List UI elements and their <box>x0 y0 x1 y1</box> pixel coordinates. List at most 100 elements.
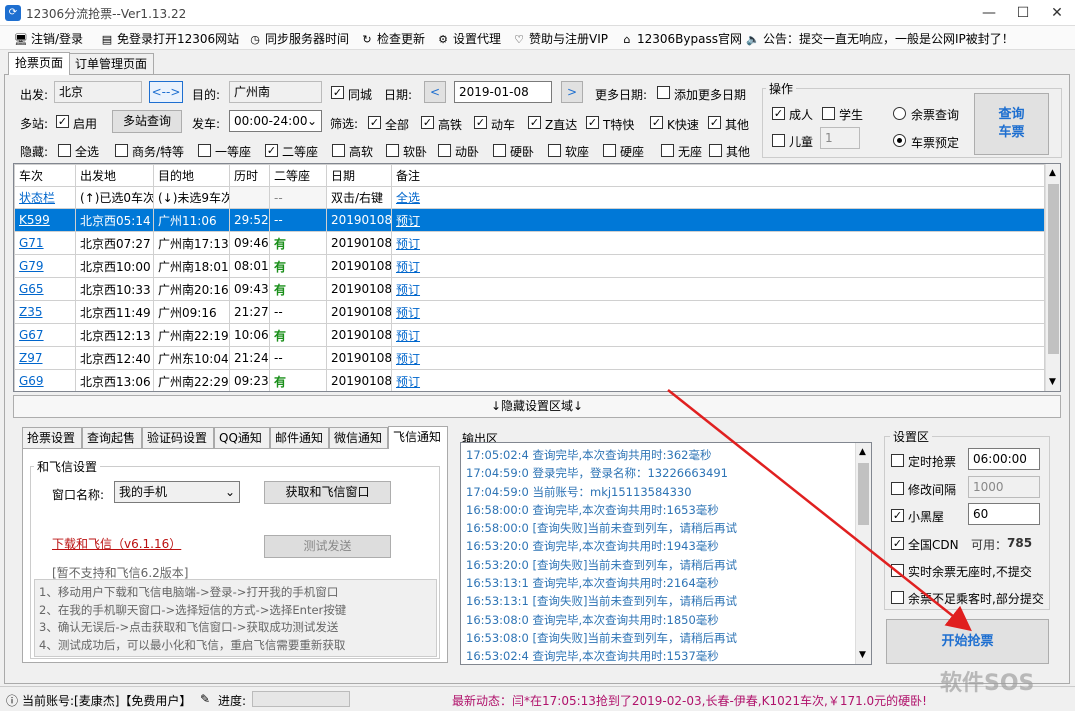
table-cell[interactable]: 预订 <box>391 369 1045 391</box>
scroll-up-icon[interactable]: ▲ <box>859 447 866 457</box>
multi-enable-checkbox[interactable]: ✓ <box>56 115 69 128</box>
settings-tab[interactable]: 邮件通知 <box>270 427 329 449</box>
log-scrollbar[interactable]: ▲ ▼ <box>855 443 871 664</box>
table-cell[interactable]: 预订 <box>391 323 1045 347</box>
download-fetion-link[interactable]: 下载和飞信（v6.1.16） <box>52 535 181 552</box>
hide-checkbox[interactable] <box>661 144 674 157</box>
settings-tab[interactable]: 微信通知 <box>329 427 388 449</box>
table-cell[interactable]: 预订 <box>391 231 1045 255</box>
partial-checkbox[interactable] <box>891 591 904 604</box>
student-checkbox[interactable] <box>822 107 835 120</box>
menu-open-12306[interactable]: ▤ 免登录打开12306网站 <box>100 30 239 47</box>
same-city-checkbox[interactable]: ✓ <box>331 86 344 99</box>
swap-button[interactable]: <--> <box>149 81 183 103</box>
settings-tab[interactable]: 抢票设置 <box>22 427 82 449</box>
table-row[interactable]: G65 北京西10:33 广州南20:16 09:43 有 20190108 预订 <box>14 277 1045 301</box>
filter-gaotie-checkbox[interactable]: ✓ <box>421 116 434 129</box>
start-grab-button[interactable]: 开始抢票 <box>886 619 1049 664</box>
settings-tab[interactable]: 验证码设置 <box>142 427 214 449</box>
settings-tab[interactable]: 查询起售 <box>82 427 142 449</box>
to-input[interactable]: 广州南 <box>229 81 322 103</box>
timed-checkbox[interactable] <box>891 454 904 467</box>
table-cell[interactable]: K599 <box>14 208 76 232</box>
hide-settings-bar[interactable]: ↓隐藏设置区域↓ <box>13 395 1061 418</box>
blackroom-checkbox[interactable]: ✓ <box>891 509 904 522</box>
filter-k-checkbox[interactable]: ✓ <box>650 116 663 129</box>
filter-all-checkbox[interactable]: ✓ <box>368 116 381 129</box>
table-row[interactable]: G67 北京西12:13 广州南22:19 10:06 有 20190108 预订 <box>14 323 1045 347</box>
filter-t-checkbox[interactable]: ✓ <box>586 116 599 129</box>
menu-check-update[interactable]: ↻ 检查更新 <box>360 30 425 47</box>
table-cell[interactable]: Z35 <box>14 300 76 324</box>
table-cell[interactable]: 预订 <box>391 346 1045 370</box>
multi-query-button[interactable]: 多站查询 <box>112 110 182 133</box>
scroll-down-icon[interactable]: ▼ <box>859 650 866 660</box>
table-cell[interactable]: G67 <box>14 323 76 347</box>
table-row[interactable]: Z35 北京西11:49 广州09:16 21:27 -- 20190108 预订 <box>14 300 1045 324</box>
interval-input[interactable]: 1000 <box>968 476 1040 498</box>
tab-ticket[interactable]: 抢票页面 <box>8 52 71 75</box>
minimize-button[interactable]: — <box>972 0 1006 26</box>
hide-checkbox[interactable] <box>493 144 506 157</box>
table-row[interactable]: Z97 北京西12:40 广州东10:04 21:24 -- 20190108 预订 <box>14 346 1045 370</box>
menu-proxy[interactable]: ⚙ 设置代理 <box>436 30 501 47</box>
filter-z-checkbox[interactable]: ✓ <box>528 116 541 129</box>
table-cell[interactable]: 预订 <box>391 300 1045 324</box>
hide-checkbox[interactable] <box>603 144 616 157</box>
hide-checkbox[interactable] <box>709 144 722 157</box>
menu-announcement[interactable]: 🔈 公告：提交一直无响应，一般是公网IP被封了！ <box>746 30 1014 47</box>
add-more-dates-checkbox[interactable] <box>657 86 670 99</box>
close-button[interactable]: ✕ <box>1040 0 1074 26</box>
test-send-button[interactable]: 测试发送 <box>264 535 391 558</box>
date-input[interactable]: 2019-01-08 <box>454 81 552 103</box>
hide-checkbox[interactable] <box>386 144 399 157</box>
depart-select[interactable]: 00:00-24:00 ⌄ <box>229 110 322 132</box>
blackroom-input[interactable]: 60 <box>968 503 1040 525</box>
timed-input[interactable]: 06:00:00 <box>968 448 1040 470</box>
settings-tab[interactable]: 飞信通知 <box>388 426 448 449</box>
no-seat-checkbox[interactable] <box>891 564 904 577</box>
table-cell[interactable]: G71 <box>14 231 76 255</box>
output-log[interactable]: 17:05:02:4 查询完毕,本次查询共用时:362毫秒 17:04:59:0 … <box>460 442 872 665</box>
child-count-spinner[interactable]: 1 <box>820 127 860 149</box>
scroll-thumb[interactable] <box>1048 184 1059 354</box>
table-cell[interactable]: Z97 <box>14 346 76 370</box>
scroll-down-icon[interactable]: ▼ <box>1049 377 1056 387</box>
prev-date-button[interactable]: < <box>424 81 446 103</box>
settings-tab[interactable]: QQ通知 <box>214 427 270 449</box>
hide-checkbox[interactable]: ✓ <box>265 144 278 157</box>
table-cell[interactable]: G65 <box>14 277 76 301</box>
table-cell[interactable]: 预订 <box>391 208 1045 232</box>
hide-checkbox[interactable] <box>438 144 451 157</box>
table-cell[interactable]: G69 <box>14 369 76 391</box>
table-row[interactable]: K599 北京西05:14 广州11:06 29:52 -- 20190108 预订 <box>14 208 1045 232</box>
hide-checkbox[interactable] <box>58 144 71 157</box>
table-row[interactable]: G69 北京西13:06 广州南22:29 09:23 有 20190108 预订 <box>14 369 1045 391</box>
menu-logout[interactable]: 🖥 注销/登录 <box>14 30 83 47</box>
menu-sync-time[interactable]: ◷ 同步服务器时间 <box>248 30 349 47</box>
scroll-up-icon[interactable]: ▲ <box>1049 168 1056 178</box>
reserve-radio[interactable] <box>893 134 906 147</box>
hide-checkbox[interactable] <box>198 144 211 157</box>
table-cell[interactable]: 预订 <box>391 277 1045 301</box>
table-cell[interactable]: 预订 <box>391 254 1045 278</box>
filter-other-checkbox[interactable]: ✓ <box>708 116 721 129</box>
interval-checkbox[interactable] <box>891 482 904 495</box>
window-name-select[interactable]: 我的手机 ⌄ <box>114 481 240 503</box>
table-cell[interactable]: G79 <box>14 254 76 278</box>
menu-website[interactable]: ⌂ 12306Bypass官网 <box>620 30 742 47</box>
maximize-button[interactable]: ☐ <box>1006 0 1040 26</box>
get-fetion-window-button[interactable]: 获取和飞信窗口 <box>264 481 391 504</box>
hide-checkbox[interactable] <box>548 144 561 157</box>
from-input[interactable]: 北京 <box>54 81 142 103</box>
table-row[interactable]: G71 北京西07:27 广州南17:13 09:46 有 20190108 预订 <box>14 231 1045 255</box>
menu-sponsor[interactable]: ♡ 赞助与注册VIP <box>512 30 608 47</box>
scroll-thumb[interactable] <box>858 463 869 525</box>
cdn-checkbox[interactable]: ✓ <box>891 537 904 550</box>
filter-dongche-checkbox[interactable]: ✓ <box>474 116 487 129</box>
hide-checkbox[interactable] <box>332 144 345 157</box>
hide-checkbox[interactable] <box>115 144 128 157</box>
table-scrollbar[interactable]: ▲ ▼ <box>1045 164 1060 391</box>
tab-orders[interactable]: 订单管理页面 <box>68 53 155 75</box>
table-row[interactable]: G79 北京西10:00 广州南18:01 08:01 有 20190108 预订 <box>14 254 1045 278</box>
